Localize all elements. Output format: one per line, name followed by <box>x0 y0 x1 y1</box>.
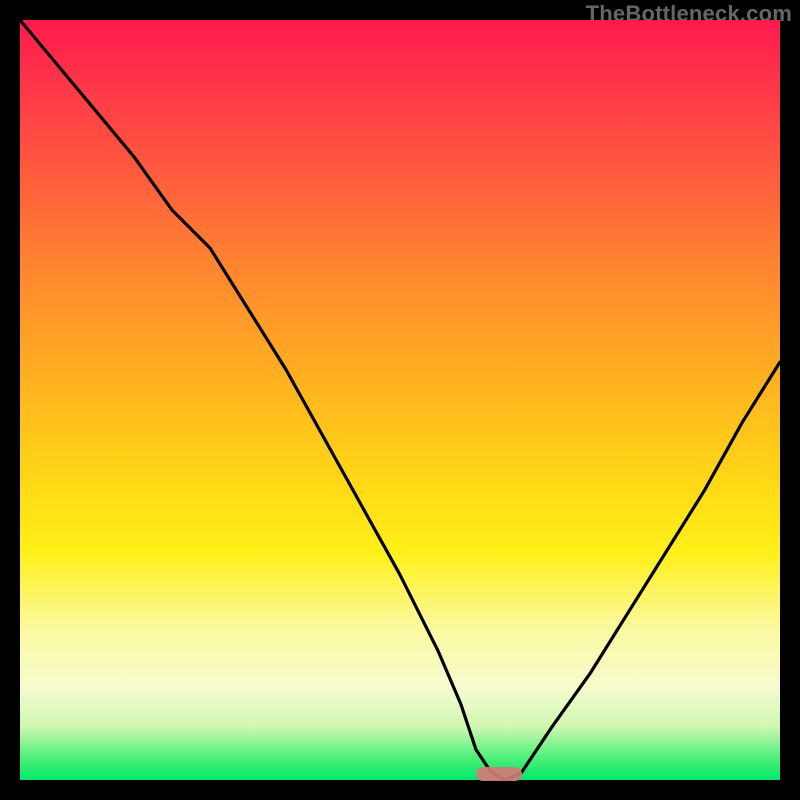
outer-frame: TheBottleneck.com <box>0 0 800 800</box>
sweet-spot-marker <box>476 767 522 781</box>
plot-area <box>20 20 780 780</box>
curve-polyline <box>20 20 780 780</box>
bottleneck-curve <box>20 20 780 780</box>
